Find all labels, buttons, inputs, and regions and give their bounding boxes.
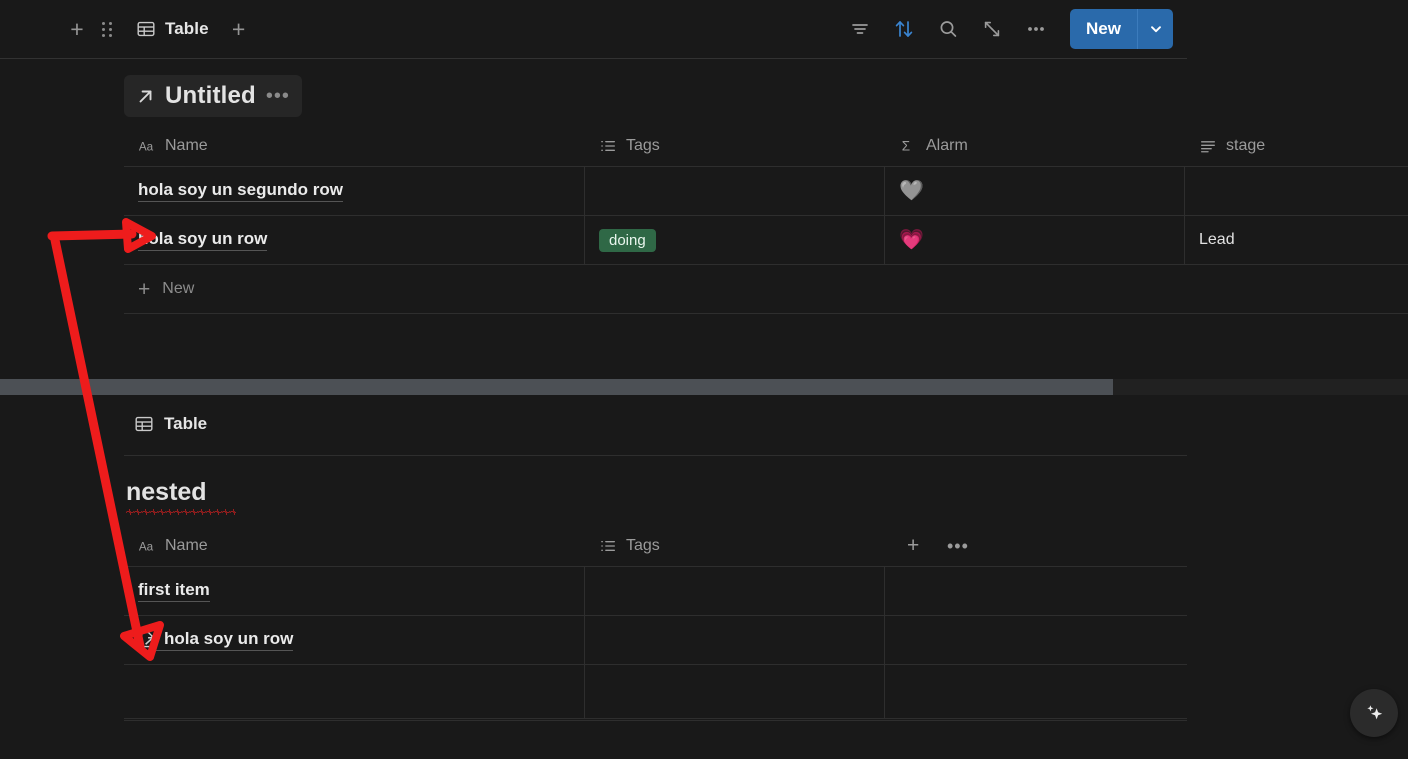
database-toolbar: + Table + New (0, 0, 1187, 59)
cell-empty[interactable] (885, 616, 1187, 664)
main-table-header-row: Aa Name Tags Σ Alarm stage (124, 125, 1408, 167)
pink-heart-icon: 💗 (899, 229, 924, 251)
plus-icon: + (907, 533, 920, 557)
grey-heart-icon: 🩶 (899, 180, 924, 202)
sort-icon[interactable] (890, 15, 918, 43)
column-header-stage[interactable]: stage (1185, 125, 1408, 167)
horizontal-scrollbar-thumb[interactable] (0, 379, 1113, 395)
column-header-name-label: Name (165, 136, 208, 154)
nested-tab-table[interactable]: Table (124, 408, 217, 440)
add-view-icon[interactable]: + (62, 14, 92, 44)
cell-tags[interactable] (585, 616, 885, 664)
nested-table: Aa Name Tags + ••• first item hola soy u… (124, 525, 1187, 721)
column-header-tags-label: Tags (626, 536, 660, 554)
row-title-label: hola soy un row (164, 629, 294, 648)
row-title[interactable]: hola soy un segundo row (138, 180, 343, 202)
nested-tab-label: Table (164, 414, 208, 433)
column-header-tags[interactable]: Tags (585, 525, 885, 567)
row-title-linked[interactable]: hola soy un row (138, 629, 294, 651)
new-button-dropdown[interactable] (1137, 9, 1173, 49)
toolbar-right-group: New (846, 9, 1187, 49)
filter-icon[interactable] (846, 15, 874, 43)
toolbar-left-group: + Table + (0, 14, 253, 44)
new-button-group: New (1070, 9, 1173, 49)
tag-chip[interactable]: doing (599, 228, 656, 252)
cell-name[interactable]: hola soy un segundo row (124, 167, 585, 215)
table-row[interactable]: hola soy un row (124, 616, 1187, 665)
cell-tags[interactable] (585, 167, 885, 215)
arrow-up-right-icon (136, 87, 155, 106)
database-title-wrap: Untitled ••• (124, 75, 302, 117)
linked-page-icon (138, 630, 157, 649)
cell-stage[interactable]: Lead (1185, 216, 1408, 264)
add-column-button[interactable]: + (885, 525, 945, 567)
drag-handle-icon[interactable] (92, 14, 122, 44)
nested-tab-divider (124, 455, 1187, 456)
nested-heading[interactable]: nested (126, 478, 207, 510)
column-header-tags-label: Tags (626, 136, 660, 154)
database-title-chip[interactable]: Untitled ••• (124, 75, 302, 117)
title-aa-icon: Aa (138, 537, 156, 555)
table-icon (134, 414, 154, 434)
nested-table-footer-divider (124, 719, 1187, 721)
cell-tags[interactable] (585, 665, 885, 718)
new-row-button[interactable]: + New (124, 265, 1408, 314)
table-row[interactable] (124, 665, 1187, 719)
column-header-alarm[interactable]: Σ Alarm (885, 125, 1185, 167)
svg-text:Aa: Aa (139, 140, 154, 153)
cell-empty[interactable] (885, 665, 1187, 718)
app-root: + Table + New Untitled ••• Aa Name Tags … (0, 0, 1408, 759)
row-title[interactable]: hola soy un row (138, 229, 268, 251)
cell-name[interactable]: hola soy un row (124, 216, 585, 264)
new-row-label: New (162, 280, 195, 297)
tab-table[interactable]: Table (126, 15, 217, 43)
cell-name[interactable]: hola soy un row (124, 616, 585, 664)
table-row[interactable]: first item (124, 567, 1187, 616)
row-title[interactable]: first item (138, 580, 210, 602)
multi-select-icon (599, 537, 617, 555)
text-lines-icon (1199, 137, 1217, 155)
plus-icon: + (138, 277, 151, 301)
cell-name[interactable] (124, 665, 585, 718)
database-more-icon[interactable]: ••• (266, 86, 290, 106)
cell-empty[interactable] (885, 567, 1187, 615)
cell-tags[interactable] (585, 567, 885, 615)
nested-table-header-row: Aa Name Tags + ••• (124, 525, 1187, 567)
ellipsis-icon: ••• (947, 535, 969, 556)
expand-icon[interactable] (978, 15, 1006, 43)
main-table: Aa Name Tags Σ Alarm stage hola soy un s… (124, 125, 1408, 314)
cell-name[interactable]: first item (124, 567, 585, 615)
column-header-name-label: Name (165, 536, 208, 554)
multi-select-icon (599, 137, 617, 155)
search-icon[interactable] (934, 15, 962, 43)
formula-sigma-icon: Σ (899, 137, 917, 155)
table-row[interactable]: hola soy un row doing 💗 Lead (124, 216, 1408, 265)
column-header-name[interactable]: Aa Name (124, 525, 585, 567)
cell-stage[interactable] (1185, 167, 1408, 215)
column-header-stage-label: stage (1226, 136, 1266, 154)
svg-text:Aa: Aa (139, 540, 154, 553)
column-header-alarm-label: Alarm (926, 136, 968, 154)
page-title: Untitled (165, 82, 256, 109)
svg-text:Σ: Σ (902, 138, 910, 153)
cell-alarm[interactable]: 💗 (885, 216, 1185, 264)
spellcheck-underline (126, 509, 236, 515)
table-row[interactable]: hola soy un segundo row 🩶 (124, 167, 1408, 216)
sparkle-icon (1367, 705, 1383, 720)
table-icon (136, 19, 156, 39)
title-aa-icon: Aa (138, 137, 156, 155)
more-options-icon[interactable] (1022, 15, 1050, 43)
column-header-name[interactable]: Aa Name (124, 125, 585, 167)
cell-alarm[interactable]: 🩶 (885, 167, 1185, 215)
nested-table-more-button[interactable]: ••• (945, 525, 1005, 567)
ai-assistant-button[interactable] (1350, 689, 1398, 737)
column-header-tags[interactable]: Tags (585, 125, 885, 167)
cell-tags[interactable]: doing (585, 216, 885, 264)
tab-table-label: Table (165, 19, 209, 38)
drag-handle-dots (102, 21, 112, 37)
new-button[interactable]: New (1070, 9, 1137, 49)
add-tab-icon[interactable]: + (225, 15, 253, 43)
